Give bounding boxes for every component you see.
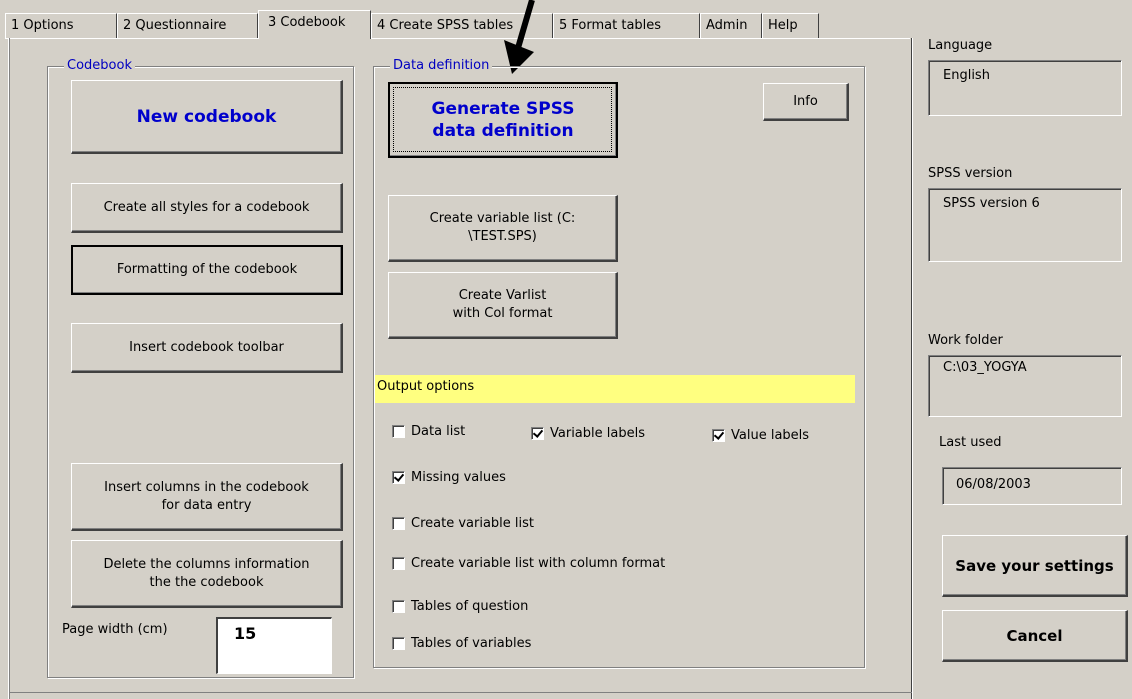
variable-labels-checkbox[interactable]: Variable labels <box>531 426 645 441</box>
create-variable-list-button[interactable]: Create variable list (C: \TEST.SPS) <box>388 195 618 262</box>
last-used-label: Last used <box>939 435 1002 450</box>
create-variable-list-col-label: Create variable list with column format <box>411 556 666 571</box>
missing-values-label: Missing values <box>411 470 506 485</box>
create-styles-button[interactable]: Create all styles for a codebook <box>71 183 343 233</box>
tab-admin[interactable]: Admin <box>700 13 762 38</box>
create-variable-list-label: Create variable list <box>411 516 534 531</box>
checkbox-box-checked <box>712 429 725 442</box>
work-folder-field[interactable]: C:\03_YOGYA <box>928 355 1122 417</box>
tables-of-variables-label: Tables of variables <box>411 636 532 651</box>
output-options-label: Output options <box>377 379 475 394</box>
insert-toolbar-button[interactable]: Insert codebook toolbar <box>71 323 343 373</box>
language-field[interactable]: English <box>928 60 1122 116</box>
variable-labels-label: Variable labels <box>550 426 645 441</box>
work-folder-label: Work folder <box>928 333 1003 348</box>
missing-values-checkbox[interactable]: Missing values <box>392 470 506 485</box>
info-button[interactable]: Info <box>763 83 849 121</box>
page-width-input[interactable]: 15 <box>216 617 332 674</box>
tables-of-variables-checkbox[interactable]: Tables of variables <box>392 636 531 651</box>
delete-columns-button[interactable]: Delete the columns information the the c… <box>71 540 343 608</box>
checkbox-box <box>392 425 405 438</box>
page-divider-highlight <box>912 38 913 699</box>
tab-options[interactable]: 1 Options <box>5 13 117 38</box>
tab-format-tables[interactable]: 5 Format tables <box>553 13 700 38</box>
language-label: Language <box>928 38 993 53</box>
page-edge-shadow <box>9 38 10 699</box>
tab-questionnaire[interactable]: 2 Questionnaire <box>117 13 258 38</box>
page-bottom-edge <box>9 692 912 693</box>
checkbox-box-checked <box>392 471 405 484</box>
codebook-group-title: Codebook <box>64 58 135 73</box>
value-labels-label: Value labels <box>731 428 810 443</box>
create-varlist-col-button[interactable]: Create Varlist with Col format <box>388 272 618 339</box>
checkbox-box-checked <box>531 427 544 440</box>
tab-strip-line <box>5 38 910 39</box>
tables-of-question-label: Tables of question <box>411 599 529 614</box>
checkbox-box <box>392 517 405 530</box>
tables-of-question-checkbox[interactable]: Tables of question <box>392 599 528 614</box>
data-list-checkbox[interactable]: Data list <box>392 424 465 439</box>
new-codebook-button[interactable]: New codebook <box>71 80 343 154</box>
checkbox-box <box>392 557 405 570</box>
generate-spss-button[interactable]: Generate SPSS data definition <box>388 82 618 158</box>
save-settings-button[interactable]: Save your settings <box>942 535 1128 597</box>
checkbox-box <box>392 600 405 613</box>
last-used-field: 06/08/2003 <box>942 467 1122 505</box>
insert-columns-button[interactable]: Insert columns in the codebook for data … <box>71 463 343 531</box>
data-list-label: Data list <box>411 424 466 439</box>
page-width-label: Page width (cm) <box>62 622 168 637</box>
create-variable-list-checkbox[interactable]: Create variable list <box>392 516 534 531</box>
value-labels-checkbox[interactable]: Value labels <box>712 428 809 443</box>
create-variable-list-col-checkbox[interactable]: Create variable list with column format <box>392 556 665 571</box>
checkbox-box <box>392 637 405 650</box>
spss-version-label: SPSS version <box>928 166 1013 181</box>
cancel-button[interactable]: Cancel <box>942 610 1128 662</box>
data-definition-group-title: Data definition <box>390 58 493 73</box>
generate-spss-label: Generate SPSS data definition <box>431 99 575 141</box>
formatting-codebook-button[interactable]: Formatting of the codebook <box>71 245 343 295</box>
spss-version-field[interactable]: SPSS version 6 <box>928 188 1122 262</box>
tab-help[interactable]: Help <box>762 13 819 38</box>
tab-codebook[interactable]: 3 Codebook <box>258 10 371 39</box>
